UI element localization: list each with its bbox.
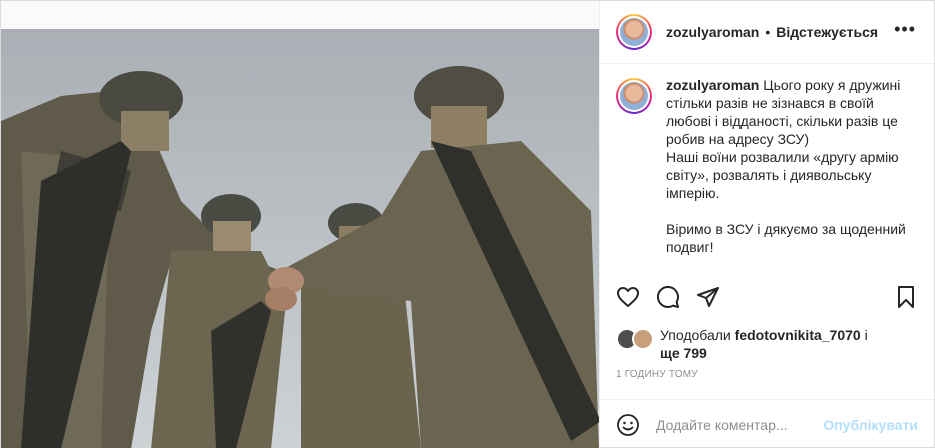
publish-button[interactable]: Опублікувати [823, 417, 918, 433]
likes-text: Уподобали fedotovnikita_7070 і ще 799 [660, 326, 868, 362]
caption-text: zozulyaroman Цього року я дружині стільк… [666, 76, 916, 282]
liker-avatars[interactable] [616, 328, 654, 362]
smile-icon[interactable] [616, 413, 640, 437]
author-username[interactable]: zozulyaroman [666, 24, 759, 40]
post-container: zozulyaroman • Відстежується ••• zozulya… [0, 0, 935, 448]
post-header: zozulyaroman • Відстежується ••• [600, 1, 934, 64]
bookmark-icon[interactable] [894, 285, 918, 309]
paper-plane-icon[interactable] [696, 285, 720, 309]
comment-icon[interactable] [656, 285, 680, 309]
post-timestamp[interactable]: 1 ГОДИНУ ТОМУ [616, 369, 698, 380]
soldiers-photo [1, 29, 599, 448]
post-caption: zozulyaroman Цього року я дружині стільк… [600, 64, 934, 282]
caption-username[interactable]: zozulyaroman [666, 77, 759, 93]
caption-line-3: Віримо в ЗСУ і дякуємо за щоденний подви… [666, 221, 906, 255]
likes-count-link[interactable]: ще 799 [660, 345, 707, 361]
liker-username[interactable]: fedotovnikita_7070 [735, 327, 861, 343]
avatar-image [620, 82, 648, 110]
avatar-image [620, 18, 648, 46]
comment-bar: Опублікувати [600, 399, 934, 448]
likes-summary: Уподобали fedotovnikita_7070 і ще 799 [616, 326, 918, 362]
avatar-ring [618, 16, 650, 48]
caption-avatar[interactable] [616, 78, 652, 114]
post-sidebar: zozulyaroman • Відстежується ••• zozulya… [599, 1, 934, 448]
separator-dot: • [765, 24, 771, 40]
more-horizontal-icon[interactable]: ••• [894, 20, 916, 38]
follow-status-button[interactable]: Відстежується [776, 24, 878, 40]
likes-prefix: Уподобали [660, 327, 731, 343]
post-photo[interactable] [1, 1, 599, 448]
action-bar [616, 285, 918, 309]
heart-icon[interactable] [616, 285, 640, 309]
avatar-ring [618, 80, 650, 112]
liker-avatar [632, 328, 654, 350]
caption-line-2: Наші воїни розвалили «другу армію світу»… [666, 149, 899, 201]
author-avatar[interactable] [616, 14, 652, 50]
likes-conj: і [864, 327, 868, 343]
